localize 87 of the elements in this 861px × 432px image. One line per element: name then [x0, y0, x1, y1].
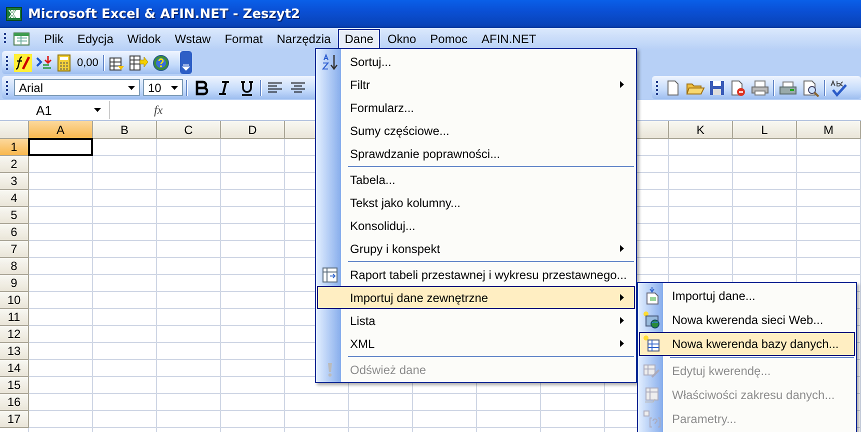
menu-item[interactable]: Plik: [37, 29, 70, 49]
menu-item[interactable]: Raport tabeli przestawnej i wykresu przestawnego...: [317, 263, 635, 286]
dropdown-arrow-icon: [128, 86, 135, 90]
excel-icon: [6, 6, 22, 22]
globe-table-icon: [643, 311, 661, 329]
grip-icon: [6, 80, 9, 96]
menu-item[interactable]: Lista: [317, 309, 635, 332]
new-table-icon: [643, 335, 661, 353]
menu-item[interactable]: Format: [218, 29, 270, 49]
bracket-question-icon: [643, 410, 661, 428]
menu-item[interactable]: Tabela...: [317, 168, 635, 191]
row-header[interactable]: 16: [0, 394, 29, 411]
menu-item[interactable]: Narzędzia: [270, 29, 338, 49]
save-icon[interactable]: [708, 78, 726, 96]
table-hand-icon: [643, 386, 661, 404]
menu-item[interactable]: Widok: [120, 29, 168, 49]
row-header[interactable]: 7: [0, 241, 29, 258]
row-header[interactable]: 12: [0, 326, 29, 343]
exclamation-icon: [326, 362, 334, 378]
document-import-icon: [644, 287, 660, 305]
row-header[interactable]: 15: [0, 377, 29, 394]
menu-item[interactable]: XML: [317, 332, 635, 355]
print-icon[interactable]: [778, 78, 798, 96]
menu-item[interactable]: Okno: [380, 29, 424, 49]
name-box[interactable]: A1: [0, 101, 110, 119]
active-cell[interactable]: [28, 138, 93, 156]
menu-item[interactable]: Pomoc: [423, 29, 474, 49]
menu-item[interactable]: Formularz...: [317, 96, 635, 119]
row-header[interactable]: 17: [0, 411, 29, 428]
pivot-table-icon: [322, 266, 338, 282]
calculator-icon[interactable]: [56, 54, 72, 72]
column-header[interactable]: A: [29, 121, 93, 139]
workbook-icon[interactable]: [13, 31, 31, 47]
menu-item[interactable]: Nowa kwerenda sieci Web...: [639, 308, 855, 332]
menu-item[interactable]: AFIN.NET: [474, 29, 544, 49]
menu-item[interactable]: Sortuj...: [317, 50, 635, 73]
font-dropdown[interactable]: Arial: [14, 79, 140, 96]
menu-item[interactable]: Tekst jako kolumny...: [317, 191, 635, 214]
number-format-button[interactable]: 0,00: [75, 56, 100, 68]
document-no-entry-icon[interactable]: [729, 78, 747, 96]
row-header[interactable]: 11: [0, 309, 29, 326]
menu-item[interactable]: Nowa kwerenda bazy danych...: [639, 332, 855, 356]
row-header[interactable]: 9: [0, 275, 29, 292]
row-header[interactable]: 4: [0, 190, 29, 207]
row-header[interactable]: 10: [0, 292, 29, 309]
row-header[interactable]: 8: [0, 258, 29, 275]
menu-item[interactable]: Grupy i konspekt: [317, 237, 635, 260]
row-header[interactable]: 5: [0, 207, 29, 224]
window-title: Microsoft Excel & AFIN.NET - Zeszyt2: [28, 6, 300, 22]
dropdown-arrow-icon: [171, 86, 178, 90]
spelling-check-icon[interactable]: [829, 78, 849, 96]
row-header[interactable]: 1: [0, 139, 29, 156]
help-icon[interactable]: [152, 54, 170, 72]
sort-icon[interactable]: [35, 54, 53, 72]
grip-icon: [656, 80, 659, 96]
column-header[interactable]: K: [669, 121, 733, 139]
grip-icon: [4, 32, 7, 46]
menu-item[interactable]: Sprawdzanie poprawności...: [317, 142, 635, 165]
row-header[interactable]: 14: [0, 360, 29, 377]
menu-item[interactable]: Importuj dane zewnętrzne: [317, 286, 635, 309]
sort-ascending-icon: [321, 52, 339, 70]
column-header[interactable]: M: [797, 121, 861, 139]
menu-item[interactable]: Sumy częściowe...: [317, 119, 635, 142]
function-icon[interactable]: [14, 54, 32, 72]
font-size-dropdown[interactable]: 10: [143, 79, 183, 96]
menu-item[interactable]: Edycja: [70, 29, 120, 49]
menu-item[interactable]: Konsoliduj...: [317, 214, 635, 237]
menu-item[interactable]: Dane: [338, 29, 380, 49]
column-header[interactable]: B: [93, 121, 157, 139]
menu-item[interactable]: Filtr: [317, 73, 635, 96]
menu-item[interactable]: Importuj dane...: [639, 284, 855, 308]
table-pencil-icon: [643, 362, 661, 380]
column-header[interactable]: C: [157, 121, 221, 139]
insert-function-button[interactable]: fx: [154, 102, 163, 118]
toolbar-options-icon[interactable]: [180, 51, 192, 74]
print-preview-icon[interactable]: [801, 78, 821, 96]
printer-icon[interactable]: [750, 78, 770, 96]
row-header[interactable]: 3: [0, 173, 29, 190]
dropdown-arrow-icon: [94, 108, 101, 112]
row-header[interactable]: 2: [0, 156, 29, 173]
grip-icon: [6, 54, 9, 70]
column-header[interactable]: L: [733, 121, 797, 139]
table-arrow-icon[interactable]: [129, 54, 150, 72]
row-header[interactable]: 6: [0, 224, 29, 241]
row-header[interactable]: 13: [0, 343, 29, 360]
column-header[interactable]: D: [221, 121, 285, 139]
menu-item[interactable]: Wstaw: [168, 29, 218, 49]
